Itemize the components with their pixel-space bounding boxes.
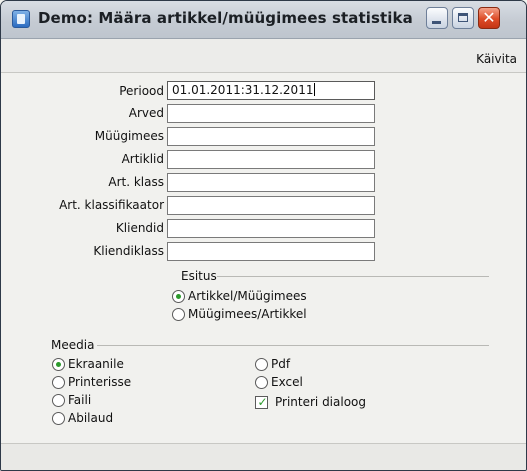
close-button[interactable]: ✕ (478, 7, 500, 29)
radio-label: Faili (68, 393, 92, 407)
field-label-periood: Periood (119, 84, 164, 98)
checkmark-icon: ✓ (257, 395, 268, 409)
radio-unselected-icon (52, 376, 65, 389)
radio-label: Artikkel/Müügimees (188, 289, 307, 303)
kliendid-input[interactable] (167, 219, 375, 238)
checkbox-checked-icon: ✓ (255, 395, 268, 409)
radio-label: Printerisse (68, 375, 132, 389)
radio-label: Pdf (271, 357, 291, 371)
radio-unselected-icon (52, 394, 65, 407)
maximize-button[interactable] (452, 7, 474, 29)
field-label-kliendid: Kliendid (115, 221, 164, 235)
field-label-muugimees: Müügimees (94, 129, 164, 143)
arved-input[interactable] (167, 104, 375, 123)
status-bar (1, 443, 526, 470)
minimize-icon (432, 21, 441, 24)
minimize-button[interactable] (426, 7, 448, 29)
radio-label: Ekraanile (68, 357, 124, 371)
esitus-divider (217, 276, 489, 277)
radio-unselected-icon (255, 376, 268, 389)
title-bar[interactable]: Demo: Määra artikkel/müügimees statistik… (1, 1, 526, 39)
maximize-icon (458, 13, 468, 22)
radio-selected-icon (52, 358, 65, 371)
periood-input[interactable]: 01.01.2011:31.12.2011 (167, 81, 375, 100)
artiklid-input[interactable] (167, 150, 375, 169)
radio-label: Excel (271, 375, 303, 389)
form-area: Periood 01.01.2011:31.12.2011 Arved Müüg… (1, 73, 526, 443)
run-button[interactable]: Käivita (476, 52, 517, 66)
periood-value: 01.01.2011:31.12.2011 (172, 83, 314, 97)
window: Demo: Määra artikkel/müügimees statistik… (0, 0, 527, 471)
app-icon[interactable] (12, 10, 30, 28)
meedia-divider (97, 345, 489, 346)
meedia-heading: Meedia (51, 338, 95, 352)
text-caret (314, 83, 316, 96)
field-label-arved: Arved (128, 106, 164, 120)
art-klass-input[interactable] (167, 173, 375, 192)
close-icon: ✕ (482, 8, 496, 27)
radio-selected-icon (172, 290, 185, 303)
field-label-art-klass: Art. klass (108, 175, 164, 189)
radio-label: Abilaud (68, 411, 114, 425)
radio-unselected-icon (172, 308, 185, 321)
radio-unselected-icon (52, 412, 65, 425)
kliendiklass-input[interactable] (167, 242, 375, 261)
radio-label: Müügimees/Artikkel (188, 307, 307, 321)
checkbox-label: Printeri dialoog (275, 395, 367, 409)
field-label-artiklid: Artiklid (121, 152, 164, 166)
field-label-art-klassifikaator: Art. klassifikaator (59, 198, 164, 212)
muugimees-input[interactable] (167, 127, 375, 146)
art-klassifikaator-input[interactable] (167, 196, 375, 215)
field-label-kliendiklass: Kliendiklass (93, 244, 164, 258)
toolbar: Käivita (1, 39, 526, 73)
window-title: Demo: Määra artikkel/müügimees statistik… (38, 9, 413, 27)
radio-unselected-icon (255, 358, 268, 371)
esitus-heading: Esitus (181, 269, 217, 283)
